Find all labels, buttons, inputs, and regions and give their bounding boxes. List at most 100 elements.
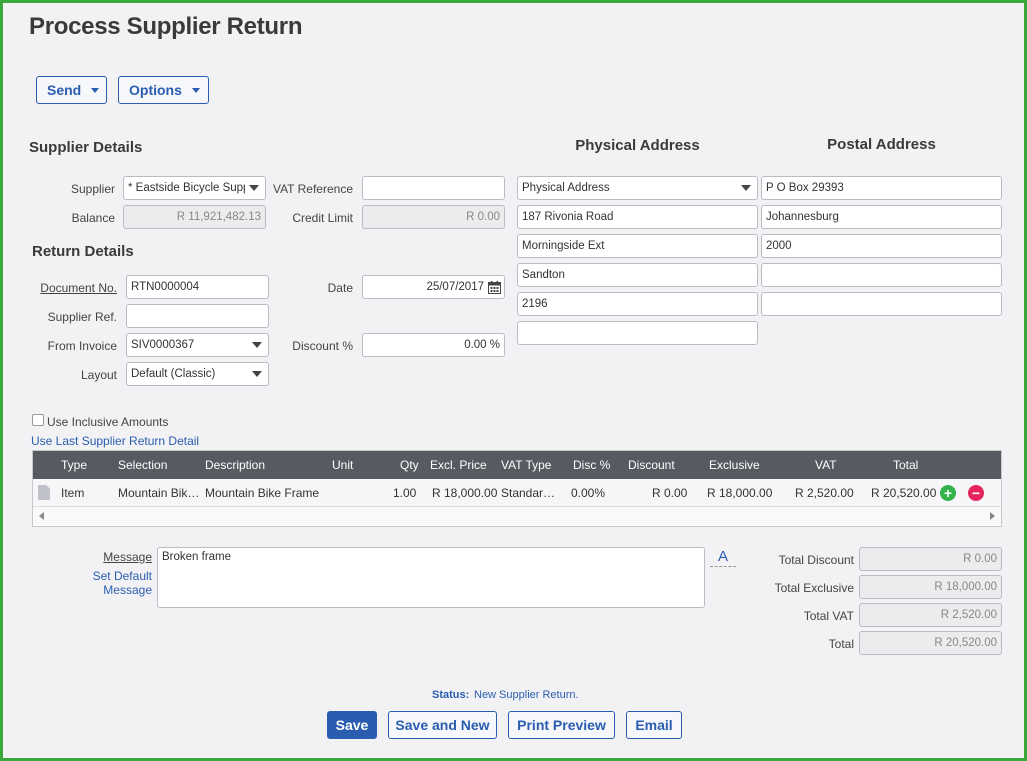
postal-address-line-3[interactable]: 2000 xyxy=(761,234,1002,258)
postal-address-line-5[interactable] xyxy=(761,292,1002,316)
physical-address-line-3[interactable]: Sandton xyxy=(517,263,758,287)
col-header-qty[interactable]: Qty xyxy=(400,451,419,479)
col-header-vat[interactable]: VAT xyxy=(815,451,837,479)
balance-label: Balance xyxy=(71,211,115,225)
total-vat-value: R 2,520.00 xyxy=(940,609,997,621)
use-last-detail-link[interactable]: Use Last Supplier Return Detail xyxy=(31,434,199,448)
cell-total[interactable]: R 20,520.00 xyxy=(871,479,936,507)
col-header-type[interactable]: Type xyxy=(61,451,87,479)
return-details-heading: Return Details xyxy=(32,243,134,260)
supplier-ref-input[interactable] xyxy=(126,304,269,328)
font-format-icon: A xyxy=(717,548,728,565)
chevron-down-icon xyxy=(191,87,200,93)
remove-row-icon[interactable]: − xyxy=(968,485,984,501)
col-header-total[interactable]: Total xyxy=(893,451,918,479)
col-header-description[interactable]: Description xyxy=(205,451,265,479)
message-textarea[interactable]: Broken frame xyxy=(157,547,705,608)
physical-address-line-2[interactable]: Morningside Ext xyxy=(517,234,758,258)
cell-excl-price[interactable]: R 18,000.00 xyxy=(432,479,497,507)
cell-disc-pct[interactable]: 0.00% xyxy=(571,479,605,507)
discount-value: 0.00 % xyxy=(464,339,500,351)
total-value: R 20,520.00 xyxy=(934,637,997,649)
inclusive-amounts-label: Use Inclusive Amounts xyxy=(47,415,169,429)
inclusive-amounts-checkbox[interactable] xyxy=(32,414,44,426)
save-button[interactable]: Save xyxy=(327,711,377,739)
postal-address-heading: Postal Address xyxy=(827,136,936,153)
postal-address-line-2[interactable]: Johannesburg xyxy=(761,205,1002,229)
postal-address-line-4[interactable] xyxy=(761,263,1002,287)
cell-discount[interactable]: R 0.00 xyxy=(652,479,687,507)
status-value: New Supplier Return. xyxy=(474,689,579,701)
postal-address-line-2-value: Johannesburg xyxy=(766,211,839,223)
supplier-select[interactable]: * Eastside Bicycle Supplie xyxy=(123,176,266,200)
chevron-down-icon xyxy=(741,185,751,191)
physical-address-line-3-value: Sandton xyxy=(522,269,565,281)
cell-vat[interactable]: R 2,520.00 xyxy=(795,479,854,507)
options-button[interactable]: Options xyxy=(118,76,209,104)
date-input[interactable]: 25/07/2017 xyxy=(362,275,505,299)
layout-select[interactable]: Default (Classic) xyxy=(126,362,269,386)
save-and-new-button[interactable]: Save and New xyxy=(388,711,497,739)
physical-address-line-2-value: Morningside Ext xyxy=(522,240,605,252)
balance-value: R 11,921,482.13 xyxy=(176,211,261,223)
discount-input[interactable]: 0.00 % xyxy=(362,333,505,357)
supplier-details-heading: Supplier Details xyxy=(29,139,143,156)
total-discount-value: R 0.00 xyxy=(963,553,997,565)
cell-qty[interactable]: 1.00 xyxy=(393,479,416,507)
message-value: Broken frame xyxy=(162,551,232,563)
document-no-label: Document No. xyxy=(40,281,117,295)
physical-address-type-select[interactable]: Physical Address xyxy=(517,176,758,200)
print-preview-button[interactable]: Print Preview xyxy=(508,711,615,739)
cell-type[interactable]: Item xyxy=(61,479,84,507)
col-header-exclusive[interactable]: Exclusive xyxy=(709,451,760,479)
grid-header: Type Selection Description Unit Qty Excl… xyxy=(33,451,1001,479)
total-vat-label: Total VAT xyxy=(803,609,854,623)
document-no-input[interactable]: RTN0000004 xyxy=(126,275,269,299)
from-invoice-select[interactable]: SIV0000367 xyxy=(126,333,269,357)
horizontal-scrollbar[interactable] xyxy=(33,507,1001,525)
physical-address-line-1-value: 187 Rivonia Road xyxy=(522,211,614,223)
credit-limit-value: R 0.00 xyxy=(466,211,500,223)
cell-description[interactable]: Mountain Bike Frame xyxy=(205,479,319,507)
calendar-icon[interactable] xyxy=(488,280,501,294)
chevron-down-icon xyxy=(249,185,259,191)
discount-label: Discount % xyxy=(292,339,353,353)
document-no-value: RTN0000004 xyxy=(131,281,200,293)
total-exclusive-label: Total Exclusive xyxy=(774,581,854,595)
physical-address-type-value: Physical Address xyxy=(522,182,610,194)
cell-exclusive[interactable]: R 18,000.00 xyxy=(707,479,772,507)
physical-address-heading: Physical Address xyxy=(575,137,700,154)
postal-address-line-1[interactable]: P O Box 29393 xyxy=(761,176,1002,200)
physical-address-line-4[interactable]: 2196 xyxy=(517,292,758,316)
physical-address-line-5[interactable] xyxy=(517,321,758,345)
col-header-selection[interactable]: Selection xyxy=(118,451,167,479)
total-exclusive-field: R 18,000.00 xyxy=(859,575,1002,599)
col-header-excl-price[interactable]: Excl. Price xyxy=(430,451,487,479)
credit-limit-field: R 0.00 xyxy=(362,205,505,229)
set-default-message-link[interactable]: Set Default Message xyxy=(43,569,152,597)
physical-address-line-1[interactable]: 187 Rivonia Road xyxy=(517,205,758,229)
col-header-discount[interactable]: Discount xyxy=(628,451,675,479)
total-vat-field: R 2,520.00 xyxy=(859,603,1002,627)
scroll-right-icon[interactable] xyxy=(990,512,995,520)
cell-vat-type[interactable]: Standar… xyxy=(501,479,555,507)
table-row[interactable]: Item Mountain Bik… Mountain Bike Frame 1… xyxy=(33,479,1001,507)
scroll-left-icon[interactable] xyxy=(39,512,44,520)
cell-selection[interactable]: Mountain Bik… xyxy=(118,479,199,507)
from-invoice-value: SIV0000367 xyxy=(131,339,195,351)
send-button[interactable]: Send xyxy=(36,76,107,104)
chevron-down-icon xyxy=(91,87,100,93)
col-header-disc-pct[interactable]: Disc % xyxy=(573,451,610,479)
supplier-value: * Eastside Bicycle Supplie xyxy=(128,182,245,194)
total-exclusive-value: R 18,000.00 xyxy=(934,581,997,593)
document-icon xyxy=(38,485,50,500)
col-header-unit[interactable]: Unit xyxy=(332,451,353,479)
chevron-down-icon xyxy=(252,371,262,377)
font-format-button[interactable]: A xyxy=(710,547,736,567)
col-header-vat-type[interactable]: VAT Type xyxy=(501,451,551,479)
email-button[interactable]: Email xyxy=(626,711,682,739)
window-frame: Process Supplier Return Send Options Sup… xyxy=(0,0,1027,761)
vat-reference-input[interactable] xyxy=(362,176,505,200)
physical-address-line-4-value: 2196 xyxy=(522,298,548,310)
add-row-icon[interactable]: + xyxy=(940,485,956,501)
